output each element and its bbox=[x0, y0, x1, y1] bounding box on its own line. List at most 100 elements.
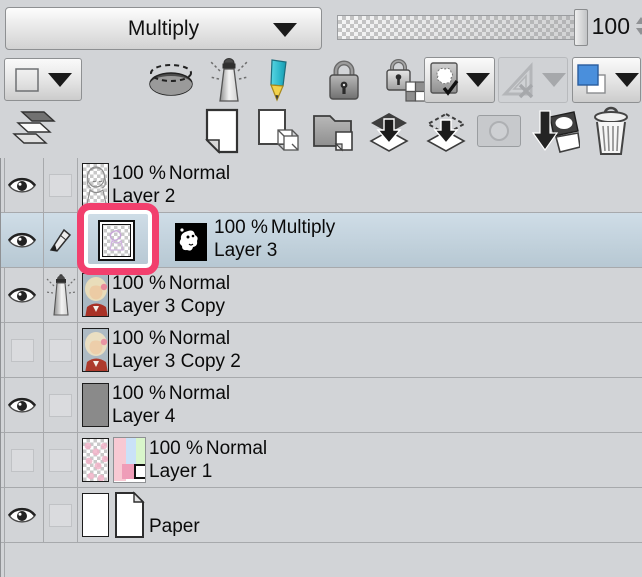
empty-indicator-box bbox=[49, 173, 72, 197]
lock-layer-icon[interactable] bbox=[326, 59, 362, 101]
layer-row-layer-1[interactable]: 100 % Normal Layer 1 bbox=[1, 433, 642, 488]
layer-row-layer-3[interactable]: 100 % Multiply Layer 3 bbox=[1, 213, 642, 268]
pen-editing-icon bbox=[49, 228, 71, 252]
empty-visibility-box bbox=[10, 338, 34, 362]
ruler-button bbox=[498, 57, 568, 103]
eye-icon bbox=[7, 397, 37, 413]
layer-palette: Multiply 100 100 % Normal Layer 2 100 % … bbox=[0, 0, 642, 577]
apply-mask-to-layer-icon[interactable] bbox=[530, 107, 580, 157]
blend-mode-dropdown[interactable]: Multiply bbox=[5, 7, 322, 50]
layer-thumbnail[interactable] bbox=[82, 438, 109, 482]
layer-name: Layer 2 bbox=[112, 186, 176, 207]
layer-properties-bar bbox=[0, 56, 642, 104]
reference-layer-lighthouse-icon[interactable] bbox=[208, 57, 250, 103]
layer-selector-swatch-icon bbox=[15, 67, 39, 92]
visibility-toggle[interactable] bbox=[1, 158, 44, 212]
reference-layer-lighthouse-small-icon bbox=[45, 274, 76, 316]
layer-thumbnail[interactable] bbox=[82, 163, 109, 207]
layer-indicator-cell[interactable] bbox=[44, 213, 78, 267]
new-vector-layer-icon[interactable] bbox=[256, 108, 302, 156]
blend-mode-value: Multiply bbox=[127, 16, 200, 40]
chevron-down-icon bbox=[273, 23, 297, 37]
tone-swatch-thumbnail[interactable] bbox=[113, 437, 146, 483]
enable-mask-check-icon bbox=[429, 62, 458, 96]
layer-row-layer-4[interactable]: 100 % Normal Layer 4 bbox=[1, 378, 642, 433]
visibility-toggle[interactable] bbox=[1, 323, 44, 377]
layer-list: 100 % Normal Layer 2 100 % Multiply Laye… bbox=[0, 158, 642, 577]
empty-indicator-box bbox=[49, 393, 72, 417]
layer-indicator-cell[interactable] bbox=[44, 488, 78, 542]
eye-icon bbox=[7, 507, 37, 523]
layer-color-swatches-icon bbox=[576, 64, 606, 94]
layer-color-button[interactable] bbox=[572, 57, 641, 103]
blend-opacity-bar: Multiply 100 bbox=[0, 0, 642, 56]
layer-name: Paper bbox=[149, 516, 200, 537]
enable-mask-button[interactable] bbox=[424, 57, 495, 103]
draft-layer-pencil-icon[interactable] bbox=[262, 58, 296, 102]
layer-mode: Normal bbox=[168, 328, 231, 349]
layer-row-paper[interactable]: Paper bbox=[1, 488, 642, 543]
new-layer-folder-icon[interactable] bbox=[310, 108, 360, 156]
opacity-stepper[interactable] bbox=[636, 17, 642, 39]
layer-name: Layer 1 bbox=[149, 461, 213, 482]
layer-opacity: 100 % bbox=[149, 438, 203, 459]
spin-up-icon[interactable] bbox=[636, 17, 642, 24]
layer-stack-icon[interactable] bbox=[8, 110, 56, 150]
layer-name: Layer 3 bbox=[214, 240, 278, 261]
merge-with-lower-layer-icon[interactable] bbox=[425, 113, 467, 153]
layer-opacity: 100 % bbox=[214, 217, 268, 238]
layer-mode: Normal bbox=[168, 273, 231, 294]
empty-visibility-box bbox=[10, 448, 34, 472]
layer-name: Layer 4 bbox=[112, 406, 176, 427]
layer-indicator-cell[interactable] bbox=[44, 158, 78, 212]
empty-indicator-box bbox=[49, 503, 72, 527]
palette-selector-button[interactable] bbox=[4, 58, 82, 101]
ruler-crossed-icon bbox=[501, 62, 534, 99]
opacity-slider[interactable] bbox=[337, 15, 587, 40]
layer-mode: Normal bbox=[205, 438, 268, 459]
clip-at-layer-below-icon[interactable] bbox=[144, 62, 198, 98]
lock-transparent-pixels-icon[interactable] bbox=[384, 58, 428, 103]
empty-indicator-box bbox=[49, 448, 72, 472]
layer-mode: Multiply bbox=[270, 217, 336, 238]
spin-down-icon[interactable] bbox=[636, 28, 642, 35]
visibility-toggle[interactable] bbox=[1, 213, 44, 267]
layer-command-bar bbox=[0, 104, 642, 158]
layer-row-layer-3-copy[interactable]: 100 % Normal Layer 3 Copy bbox=[1, 268, 642, 323]
layer-indicator-cell[interactable] bbox=[44, 378, 78, 432]
visibility-toggle[interactable] bbox=[1, 378, 44, 432]
visibility-toggle[interactable] bbox=[1, 488, 44, 542]
delete-layer-trash-icon[interactable] bbox=[589, 106, 633, 156]
layer-row-layer-3-copy-2[interactable]: 100 % Normal Layer 3 Copy 2 bbox=[1, 323, 642, 378]
layer-indicator-cell[interactable] bbox=[44, 268, 78, 322]
eye-icon bbox=[7, 287, 37, 303]
layer-opacity: 100 % bbox=[112, 383, 166, 404]
create-layer-mask-icon[interactable] bbox=[477, 115, 521, 147]
layer-opacity: 100 % bbox=[112, 163, 166, 184]
selected-layer-thumbnail[interactable] bbox=[98, 220, 135, 261]
transfer-to-lower-layer-icon[interactable] bbox=[369, 113, 409, 153]
chevron-down-icon bbox=[465, 73, 490, 87]
opacity-slider-handle[interactable] bbox=[574, 9, 588, 46]
eye-icon bbox=[7, 177, 37, 193]
visibility-toggle[interactable] bbox=[1, 433, 44, 487]
layer-thumbnail[interactable] bbox=[82, 273, 109, 317]
layer-mode: Normal bbox=[168, 383, 231, 404]
layer-name: Layer 3 Copy bbox=[112, 296, 226, 317]
empty-indicator-box bbox=[49, 338, 72, 362]
layer-thumbnail[interactable] bbox=[82, 493, 109, 537]
layer-row-layer-2[interactable]: 100 % Normal Layer 2 bbox=[1, 158, 642, 213]
eye-icon bbox=[7, 232, 37, 248]
layer-mask-thumbnail[interactable] bbox=[175, 223, 207, 261]
chevron-down-icon bbox=[542, 73, 566, 87]
paper-layer-icon bbox=[113, 491, 146, 539]
visibility-toggle[interactable] bbox=[1, 268, 44, 322]
opacity-value: 100 bbox=[591, 13, 630, 39]
layer-indicator-cell[interactable] bbox=[44, 323, 78, 377]
layer-thumbnail[interactable] bbox=[82, 383, 109, 427]
layer-mode: Normal bbox=[168, 163, 231, 184]
layer-thumbnail[interactable] bbox=[82, 328, 109, 372]
new-raster-layer-icon[interactable] bbox=[203, 108, 241, 154]
layer-indicator-cell[interactable] bbox=[44, 433, 78, 487]
layer-opacity: 100 % bbox=[112, 328, 166, 349]
